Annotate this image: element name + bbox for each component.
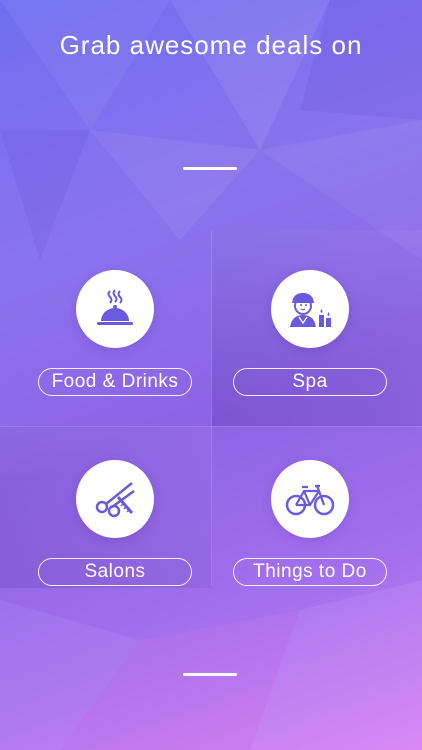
- divider-top: [183, 167, 237, 170]
- spa-person-icon[interactable]: [271, 270, 349, 348]
- bicycle-icon[interactable]: [271, 460, 349, 538]
- category-label[interactable]: Spa: [233, 368, 387, 396]
- category-spa[interactable]: Spa: [220, 270, 400, 430]
- scissors-comb-icon[interactable]: [76, 460, 154, 538]
- category-label[interactable]: Food & Drinks: [38, 368, 192, 396]
- divider-bottom: [183, 673, 237, 676]
- category-salons[interactable]: Salons: [25, 460, 205, 620]
- food-cloche-icon[interactable]: [76, 270, 154, 348]
- category-label[interactable]: Salons: [38, 558, 192, 586]
- grid-divider-vertical: [211, 230, 212, 586]
- category-label[interactable]: Things to Do: [233, 558, 387, 586]
- category-food-drinks[interactable]: Food & Drinks: [25, 270, 205, 430]
- page-title: Grab awesome deals on: [59, 30, 363, 60]
- category-things-to-do[interactable]: Things to Do: [220, 460, 400, 620]
